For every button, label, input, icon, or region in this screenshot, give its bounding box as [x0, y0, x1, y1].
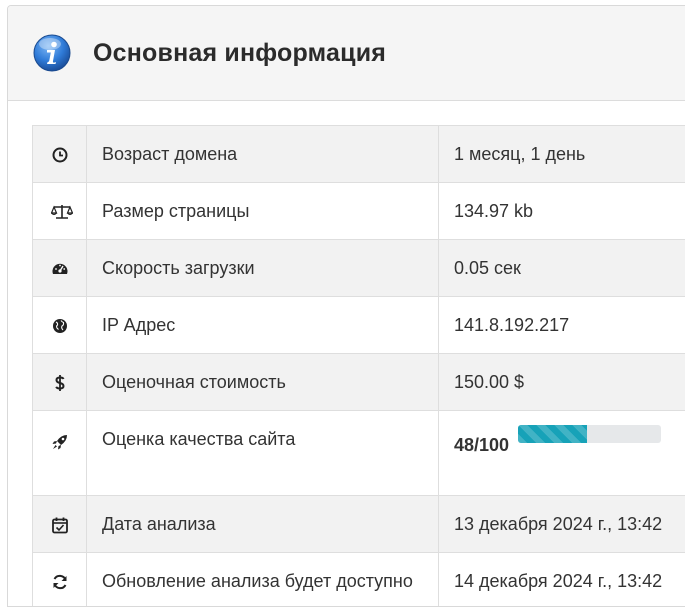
- row-value: 14 декабря 2024 г., 13:42: [439, 553, 685, 607]
- table-row: Дата анализа 13 декабря 2024 г., 13:42: [33, 496, 685, 553]
- row-label: Дата анализа: [87, 496, 439, 553]
- quality-score: 48/100: [454, 411, 685, 456]
- quality-progress-bar: [518, 425, 661, 443]
- table-row: Оценочная стоимость 150.00 $: [33, 354, 685, 411]
- score-value: 48/100: [454, 435, 509, 456]
- table-row: Возраст домена 1 месяц, 1 день: [33, 126, 685, 183]
- speedometer-icon: [51, 260, 69, 278]
- refresh-icon: [51, 573, 69, 591]
- row-label: IP Адрес: [87, 297, 439, 354]
- calendar-check-icon: [51, 516, 69, 534]
- info-table: Возраст домена 1 месяц, 1 день Размер ст…: [32, 125, 685, 607]
- table-row: Размер страницы 134.97 kb: [33, 183, 685, 240]
- table-row: IP Адрес 141.8.192.217: [33, 297, 685, 354]
- panel-title: Основная информация: [93, 39, 386, 68]
- dollar-icon: [51, 374, 69, 392]
- row-value: 141.8.192.217: [439, 297, 685, 354]
- row-label: Скорость загрузки: [87, 240, 439, 297]
- table-row: Обновление анализа будет доступно 14 дек…: [33, 553, 685, 607]
- info-panel: Основная информация Возраст домена 1 мес…: [7, 5, 685, 607]
- row-label: Возраст домена: [87, 126, 439, 183]
- row-value: 1 месяц, 1 день: [439, 126, 685, 183]
- clock-icon: [51, 146, 69, 164]
- row-label: Оценочная стоимость: [87, 354, 439, 411]
- row-value: 134.97 kb: [439, 183, 685, 240]
- progress-fill: [518, 425, 587, 443]
- globe-icon: [51, 317, 69, 335]
- info-icon: [33, 34, 71, 72]
- row-value: 0.05 сек: [439, 240, 685, 297]
- row-label: Размер страницы: [87, 183, 439, 240]
- row-label: Обновление анализа будет доступно: [87, 553, 439, 607]
- table-row: Оценка качества сайта 48/100: [33, 411, 685, 496]
- row-value: 13 декабря 2024 г., 13:42: [439, 496, 685, 553]
- table-row: Скорость загрузки 0.05 сек: [33, 240, 685, 297]
- panel-header: Основная информация: [8, 6, 685, 101]
- balance-scale-icon: [51, 203, 69, 221]
- row-label: Оценка качества сайта: [87, 411, 439, 496]
- rocket-icon: [51, 433, 69, 451]
- row-value: 150.00 $: [439, 354, 685, 411]
